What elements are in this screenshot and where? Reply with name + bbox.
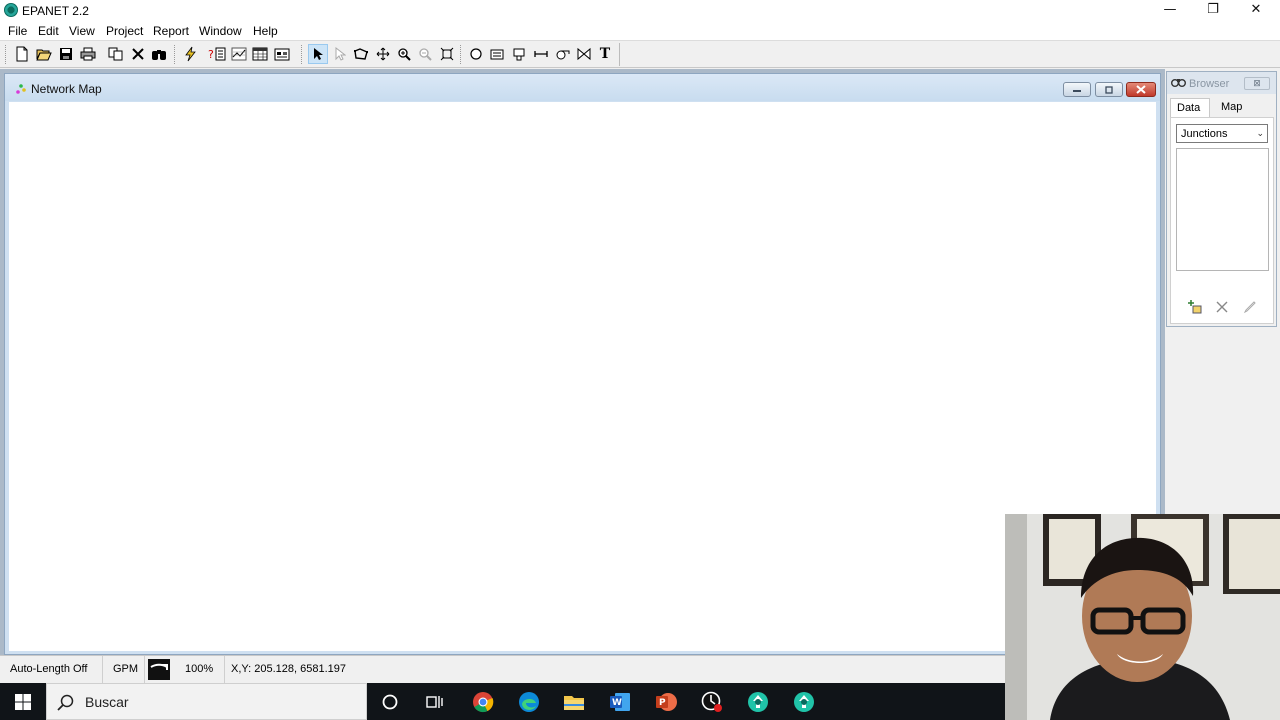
edit-object-button[interactable] [1241,298,1259,316]
full-extent-icon[interactable] [437,44,457,64]
window-title: EPANET 2.2 [22,4,89,18]
child-close-button[interactable] [1126,82,1156,97]
object-category-value: Junctions [1181,128,1228,140]
browser-titlebar[interactable]: Browser ⊠ [1167,72,1276,94]
child-minimize-button[interactable] [1063,82,1091,97]
network-map-title: Network Map [31,82,102,96]
title-bar: EPANET 2.2 — ❐ ✕ [0,0,1280,21]
browser-close-button[interactable]: ⊠ [1244,77,1270,90]
chrome-icon[interactable] [469,688,497,716]
query-icon[interactable]: ? [207,44,227,64]
label-icon[interactable]: T [595,44,615,64]
toolbar: ? T [0,40,1280,68]
child-restore-button[interactable] [1095,82,1123,97]
options-icon[interactable] [272,44,292,64]
auto-length-status[interactable]: Auto-Length Off [4,656,103,683]
zoom-out-icon[interactable] [415,44,435,64]
network-map-titlebar[interactable]: Network Map [5,74,1160,101]
run-status-icon [148,659,170,680]
menu-help[interactable]: Help [253,24,278,38]
binoculars-icon [1171,79,1186,87]
save-icon[interactable] [56,44,76,64]
toolbar-grip[interactable] [5,45,8,64]
tab-map[interactable]: Map [1215,98,1255,118]
network-map-icon [16,84,26,94]
edge-icon[interactable] [515,688,543,716]
recorder-icon[interactable] [698,688,726,716]
browser-title: Browser [1189,78,1230,90]
epanet-icon[interactable] [744,688,772,716]
table-icon[interactable] [250,44,270,64]
webcam-overlay [1005,514,1280,720]
zoom-in-icon[interactable] [394,44,414,64]
toolbar-end [619,43,620,66]
pencil-icon [1243,301,1256,314]
xy-coordinate-status: X,Y: 205.128, 6581.197 [231,663,346,675]
add-object-button[interactable] [1186,298,1204,316]
menu-window[interactable]: Window [199,24,242,38]
file-explorer-icon[interactable] [560,688,588,716]
mdi-workspace: Network Map [0,69,1165,655]
word-icon[interactable]: W [606,688,634,716]
close-button[interactable]: ✕ [1233,0,1279,21]
menu-file[interactable]: File [8,24,27,38]
chevron-down-icon: ⌄ [1256,128,1264,138]
menu-bar: File Edit View Project Report Window Hel… [0,21,1280,40]
copy-icon[interactable] [106,44,126,64]
menu-edit[interactable]: Edit [38,24,59,38]
svg-text:?: ? [208,48,214,61]
zoom-level-status: 100% [179,656,225,683]
new-icon[interactable] [12,44,32,64]
toolbar-separator [174,45,177,64]
valve-icon[interactable] [574,44,594,64]
delete-icon[interactable] [128,44,148,64]
windows-logo-icon [15,693,31,710]
delete-icon [1216,301,1228,313]
tab-data[interactable]: Data [1170,98,1210,118]
browser-panel: Browser ⊠ Data Map Junctions ⌄ [1166,71,1277,327]
select-vertex-icon[interactable] [330,44,350,64]
start-button[interactable] [0,683,46,720]
network-map-window: Network Map [4,73,1161,655]
presenter-video-image [1005,514,1280,720]
graph-icon[interactable] [229,44,249,64]
menu-project[interactable]: Project [106,24,143,38]
epanet-app-icon [4,3,18,17]
restore-button[interactable]: ❐ [1190,0,1236,21]
powerpoint-icon[interactable]: P [652,688,680,716]
tank-icon[interactable] [509,44,529,64]
pipe-icon[interactable] [531,44,551,64]
object-category-select[interactable]: Junctions ⌄ [1176,124,1268,143]
minimize-button[interactable]: — [1147,0,1193,21]
print-icon[interactable] [78,44,98,64]
svg-text:W: W [612,698,622,708]
toolbar-separator [460,45,463,64]
pump-icon[interactable] [553,44,573,64]
search-placeholder: Buscar [85,694,129,710]
svg-text:P: P [659,698,666,708]
data-tab-pane: Junctions ⌄ [1170,117,1274,324]
toolbar-separator [301,45,304,64]
add-icon [1188,300,1202,314]
network-map-canvas[interactable] [9,102,1156,651]
epanet-icon[interactable] [790,688,818,716]
menu-view[interactable]: View [69,24,95,38]
cortana-icon[interactable] [376,688,404,716]
taskbar-search-box[interactable]: Buscar [46,683,367,720]
delete-object-button[interactable] [1213,298,1231,316]
select-region-icon[interactable] [351,44,371,64]
pan-icon[interactable] [373,44,393,64]
flow-units-status: GPM [107,656,145,683]
menu-report[interactable]: Report [153,24,189,38]
search-icon [57,694,74,711]
junction-icon[interactable] [466,44,486,64]
find-icon[interactable] [149,44,169,64]
task-view-icon[interactable] [421,688,449,716]
reservoir-icon[interactable] [487,44,507,64]
run-icon[interactable] [180,44,200,64]
open-icon[interactable] [34,44,54,64]
object-list[interactable] [1176,148,1269,271]
select-object-icon[interactable] [308,44,328,64]
